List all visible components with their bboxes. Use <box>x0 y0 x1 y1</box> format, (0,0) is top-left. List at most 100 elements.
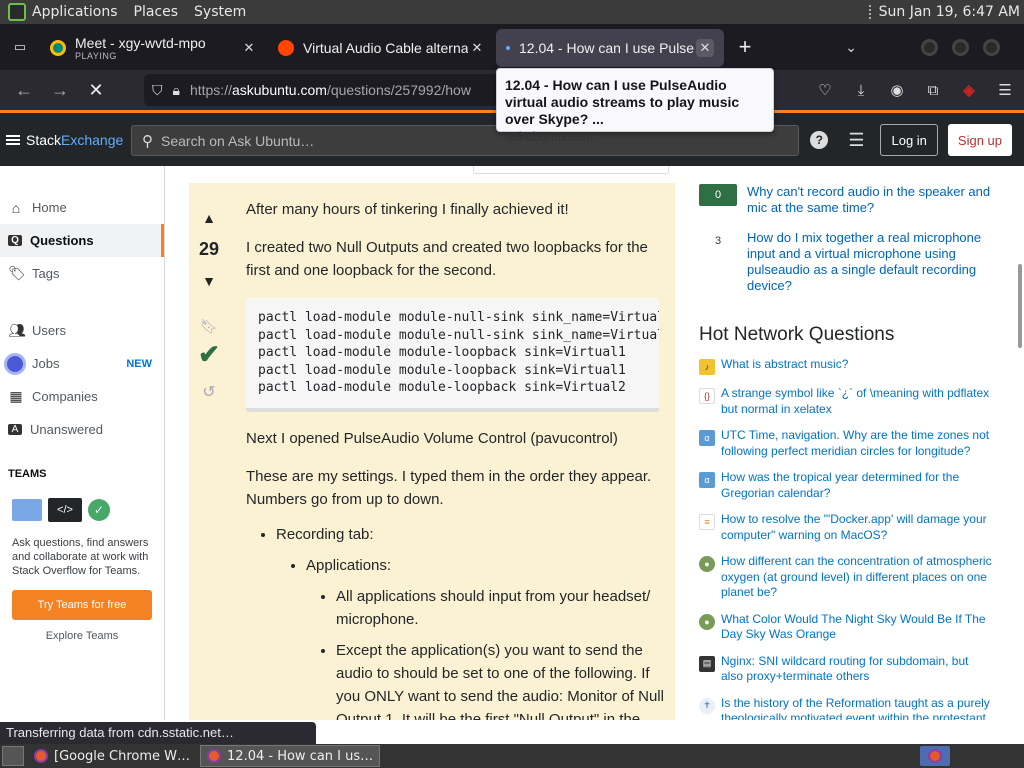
settings-list: Recording tab: Applications: All applica… <box>276 523 666 721</box>
hnq-item[interactable]: α UTC Time, navigation. Why are the time … <box>699 428 1024 459</box>
stack-exchange-icon[interactable]: ☰ <box>848 130 864 151</box>
sidebar-item-companies[interactable]: ▦ Companies <box>0 380 164 413</box>
sidebar-item-tags[interactable]: 🏷︎ Tags <box>0 257 164 290</box>
hnq-item[interactable]: ♪ What is abstract music? <box>699 357 1024 375</box>
sidebar-item-jobs[interactable]: Jobs NEW <box>0 347 164 380</box>
os-menu-places[interactable]: Places <box>134 4 179 20</box>
site-actions: ? ☰ Log in Sign up <box>810 124 1012 156</box>
close-icon[interactable]: ✕ <box>696 39 714 57</box>
os-menu-system[interactable]: System <box>194 4 246 20</box>
sidebar-item-unanswered[interactable]: A Unanswered <box>0 413 164 446</box>
account-icon[interactable]: ◉ <box>886 79 908 101</box>
show-desktop-button[interactable] <box>2 746 24 766</box>
sidebar-item-questions[interactable]: Q Questions <box>0 224 164 257</box>
stop-button[interactable]: ✕ <box>78 72 114 108</box>
hnq-link[interactable]: How different can the concentration of a… <box>721 554 993 601</box>
hnq-link[interactable]: Is the history of the Reformation taught… <box>721 696 993 721</box>
sidebar-item-users[interactable]: 👥︎ Users <box>0 314 164 347</box>
url-path: /questions/257992/how <box>326 82 471 98</box>
downloads-icon[interactable]: ⤓ <box>850 79 872 101</box>
related-question[interactable]: 3 How do I mix together a real microphon… <box>699 230 1024 294</box>
users-icon: 👥︎ <box>8 322 26 338</box>
accepted-answer: ▲ 29 ▼ 🔖︎ ✔ ↺ After many hours of tinker… <box>189 183 675 720</box>
workspace-switcher[interactable] <box>920 746 950 766</box>
ublock-icon[interactable]: ◈ <box>958 79 980 101</box>
tooltip-url: askubuntu.com <box>505 129 594 144</box>
downvote-icon[interactable]: ▼ <box>194 266 224 296</box>
left-sidebar: ⌂ Home Q Questions 🏷︎ Tags 👥︎ Users Jobs NEW … <box>0 166 165 720</box>
help-icon[interactable]: ? <box>810 131 829 149</box>
bookmark-icon[interactable]: 🔖︎ <box>200 318 218 335</box>
os-taskbar: [Google Chrome W… 12.04 - How can I us… <box>0 744 1024 768</box>
hnq-item[interactable]: ▤ Nginx: SNI wildcard routing for subdoma… <box>699 654 1024 685</box>
browser-tab-strip: ▭ Meet - xgy-wvtd-mpo PLAYING ✕ Virtual A… <box>0 24 1024 70</box>
answer-paragraph: After many hours of tinkering I finally … <box>246 201 569 218</box>
related-question[interactable]: 0 Why can't record audio in the speaker … <box>699 184 1024 216</box>
related-question-link[interactable]: How do I mix together a real microphone … <box>747 230 997 294</box>
tab-meet[interactable]: Meet - xgy-wvtd-mpo PLAYING ✕ <box>40 29 268 67</box>
close-icon[interactable]: ✕ <box>240 39 258 57</box>
hnq-link[interactable]: How to resolve the "'Docker.app' will da… <box>721 512 993 543</box>
upvote-icon[interactable]: ▲ <box>194 203 224 233</box>
reddit-favicon-icon <box>278 40 294 56</box>
forward-button[interactable]: → <box>42 72 78 108</box>
hnq-link[interactable]: What is abstract music? <box>721 357 993 375</box>
answer-body: After many hours of tinkering I finally … <box>246 183 666 720</box>
sidebar-item-label: Tags <box>32 266 60 281</box>
os-logo-icon[interactable] <box>8 3 26 21</box>
os-menu-applications[interactable]: Applications <box>32 4 118 20</box>
minimize-button[interactable] <box>921 38 938 56</box>
close-icon[interactable]: ✕ <box>468 39 486 57</box>
tab-list-icon[interactable]: ▭ <box>0 24 40 70</box>
login-button[interactable]: Log in <box>880 124 938 156</box>
shield-icon[interactable]: ⛉ <box>152 82 163 99</box>
window-close-button[interactable] <box>983 38 1000 56</box>
explore-teams-link[interactable]: Explore Teams <box>12 630 152 642</box>
tab-reddit[interactable]: Virtual Audio Cable alternat ✕ <box>268 29 496 67</box>
main-content: ▲ 29 ▼ 🔖︎ ✔ ↺ After many hours of tinker… <box>165 166 685 720</box>
hnq-link[interactable]: How was the tropical year determined for… <box>721 470 993 501</box>
hnq-item[interactable]: ✝ Is the history of the Reformation taugh… <box>699 696 1024 721</box>
stackexchange-logo[interactable]: Stack Exchange <box>6 132 123 148</box>
history-icon[interactable]: ↺ <box>202 382 215 402</box>
try-teams-button[interactable]: Try Teams for free <box>12 590 152 620</box>
home-icon: ⌂ <box>11 199 21 216</box>
tag-icon: 🏷︎ <box>8 265 26 281</box>
sidebar-item-home[interactable]: ⌂ Home <box>0 191 164 224</box>
hnq-item[interactable]: ≡ How to resolve the "'Docker.app' will d… <box>699 512 1024 543</box>
page-scrollbar[interactable] <box>1018 264 1022 348</box>
new-tab-button[interactable]: + <box>730 32 760 62</box>
hnq-item[interactable]: ● What Color Would The Night Sky Would Be… <box>699 612 1024 643</box>
menu-icon[interactable]: ☰ <box>994 79 1016 101</box>
hnq-link[interactable]: Nginx: SNI wildcard routing for subdomai… <box>721 654 993 685</box>
maximize-button[interactable] <box>952 38 969 56</box>
back-button[interactable]: ← <box>6 72 42 108</box>
signup-button[interactable]: Sign up <box>947 124 1012 156</box>
answer-score-badge: 3 <box>714 235 722 247</box>
related-question-link[interactable]: Why can't record audio in the speaker an… <box>747 184 997 216</box>
check-circle-icon: ✓ <box>88 499 110 521</box>
taskbar-item-chrome[interactable]: [Google Chrome W… <box>28 745 196 767</box>
os-clock[interactable]: Sun Jan 19, 6:47 AM <box>879 4 1020 20</box>
panel-grip-icon <box>868 5 873 19</box>
chat-illustration-icon <box>12 499 42 521</box>
hamburger-icon[interactable] <box>6 133 20 147</box>
hot-network-heading: Hot Network Questions <box>699 324 895 345</box>
tab-meet-subtitle: PLAYING <box>75 51 117 61</box>
hnq-item[interactable]: {} A strange symbol like `¿` of \meaning … <box>699 386 1024 417</box>
hnq-item[interactable]: ● How different can the concentration of … <box>699 554 1024 601</box>
hnq-link[interactable]: A strange symbol like `¿` of \meaning wi… <box>721 386 993 417</box>
taskbar-item-askubuntu[interactable]: 12.04 - How can I us… <box>200 745 381 767</box>
hnq-link[interactable]: UTC Time, navigation. Why are the time z… <box>721 428 993 459</box>
tooltip-title: 12.04 - How can I use PulseAudio virtual… <box>505 77 740 127</box>
hnq-link[interactable]: What Color Would The Night Sky Would Be … <box>721 612 993 643</box>
url-bar[interactable]: ⛉ 🔒︎ https://askubuntu.com/questions/257… <box>144 74 500 106</box>
pocket-icon[interactable]: ♡ <box>814 79 836 101</box>
lock-icon[interactable]: 🔒︎ <box>173 82 180 99</box>
chevron-down-icon[interactable]: ⌄ <box>845 39 857 56</box>
tab-askubuntu[interactable]: 12.04 - How can I use Pulse ✕ <box>496 29 724 67</box>
extensions-icon[interactable]: ⧉ <box>922 79 944 101</box>
code-block: pactl load-module module-null-sink sink_… <box>246 298 659 412</box>
tab-reddit-title: Virtual Audio Cable alternat <box>303 40 468 56</box>
hnq-item[interactable]: α How was the tropical year determined fo… <box>699 470 1024 501</box>
